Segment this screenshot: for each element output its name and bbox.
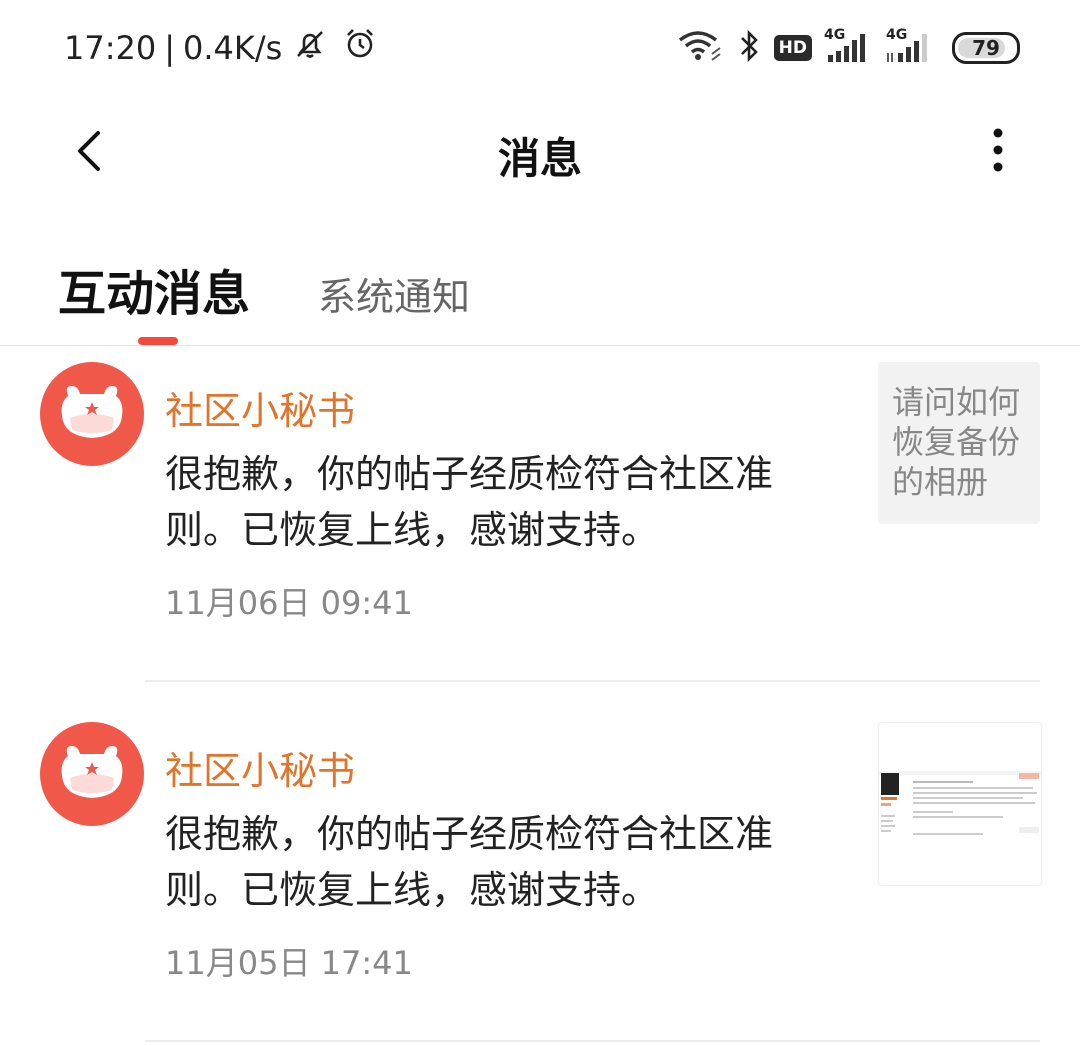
status-separator: | bbox=[164, 29, 175, 67]
avatar[interactable] bbox=[40, 722, 144, 826]
more-options-button[interactable] bbox=[984, 125, 1012, 175]
signal-sim1-icon: 4G bbox=[824, 27, 868, 65]
message-time: 11月05日 17:41 bbox=[165, 944, 413, 982]
bluetooth-icon bbox=[736, 28, 762, 68]
post-preview-image[interactable] bbox=[878, 722, 1042, 886]
tab-bar: 互动消息 系统通知 bbox=[0, 240, 1080, 345]
post-preview-text[interactable]: 请问如何恢复备份的相册 bbox=[878, 362, 1040, 524]
tab-system-notifications[interactable]: 系统通知 bbox=[318, 266, 470, 321]
sender-name: 社区小秘书 bbox=[165, 749, 356, 793]
signal-sim2-icon: 4G bbox=[886, 27, 930, 65]
avatar[interactable] bbox=[40, 362, 144, 466]
message-divider bbox=[145, 1040, 1040, 1042]
status-bar: 17:20 | 0.4K/s HD 4G 4G 79 bbox=[0, 0, 1080, 95]
status-bar-left: 17:20 | 0.4K/s bbox=[64, 26, 378, 70]
message-time: 11月06日 09:41 bbox=[165, 584, 413, 622]
status-bar-right: HD 4G 4G 79 bbox=[676, 26, 1020, 70]
alarm-icon bbox=[342, 26, 378, 70]
hd-badge: HD bbox=[773, 35, 812, 61]
title-bar: 消息 bbox=[0, 95, 1080, 207]
mute-bell-icon bbox=[292, 26, 328, 70]
status-net-speed: 0.4K/s bbox=[183, 29, 283, 67]
message-content: 很抱歉，你的帖子经质检符合社区准则。已恢复上线，感谢支持。 bbox=[165, 812, 774, 912]
sender-name: 社区小秘书 bbox=[165, 389, 356, 433]
status-time: 17:20 bbox=[64, 29, 157, 67]
mi-bunny-logo-icon bbox=[61, 746, 123, 798]
mi-bunny-logo-icon bbox=[61, 386, 123, 438]
message-content: 很抱歉，你的帖子经质检符合社区准则。已恢复上线，感谢支持。 bbox=[165, 452, 774, 552]
more-vertical-icon bbox=[993, 128, 1003, 172]
battery-level: 79 bbox=[972, 36, 1000, 60]
message-item[interactable]: 社区小秘书 很抱歉，你的帖子经质检符合社区准则。已恢复上线，感谢支持。 11月0… bbox=[0, 346, 1080, 676]
tab-interaction-messages[interactable]: 互动消息 bbox=[58, 254, 250, 324]
screenshot-thumbnail-icon bbox=[879, 771, 1041, 835]
page-title: 消息 bbox=[497, 134, 582, 183]
battery-icon: 79 bbox=[952, 32, 1020, 64]
message-divider bbox=[145, 680, 1040, 682]
active-tab-indicator bbox=[138, 337, 178, 345]
wifi-icon bbox=[676, 28, 724, 68]
